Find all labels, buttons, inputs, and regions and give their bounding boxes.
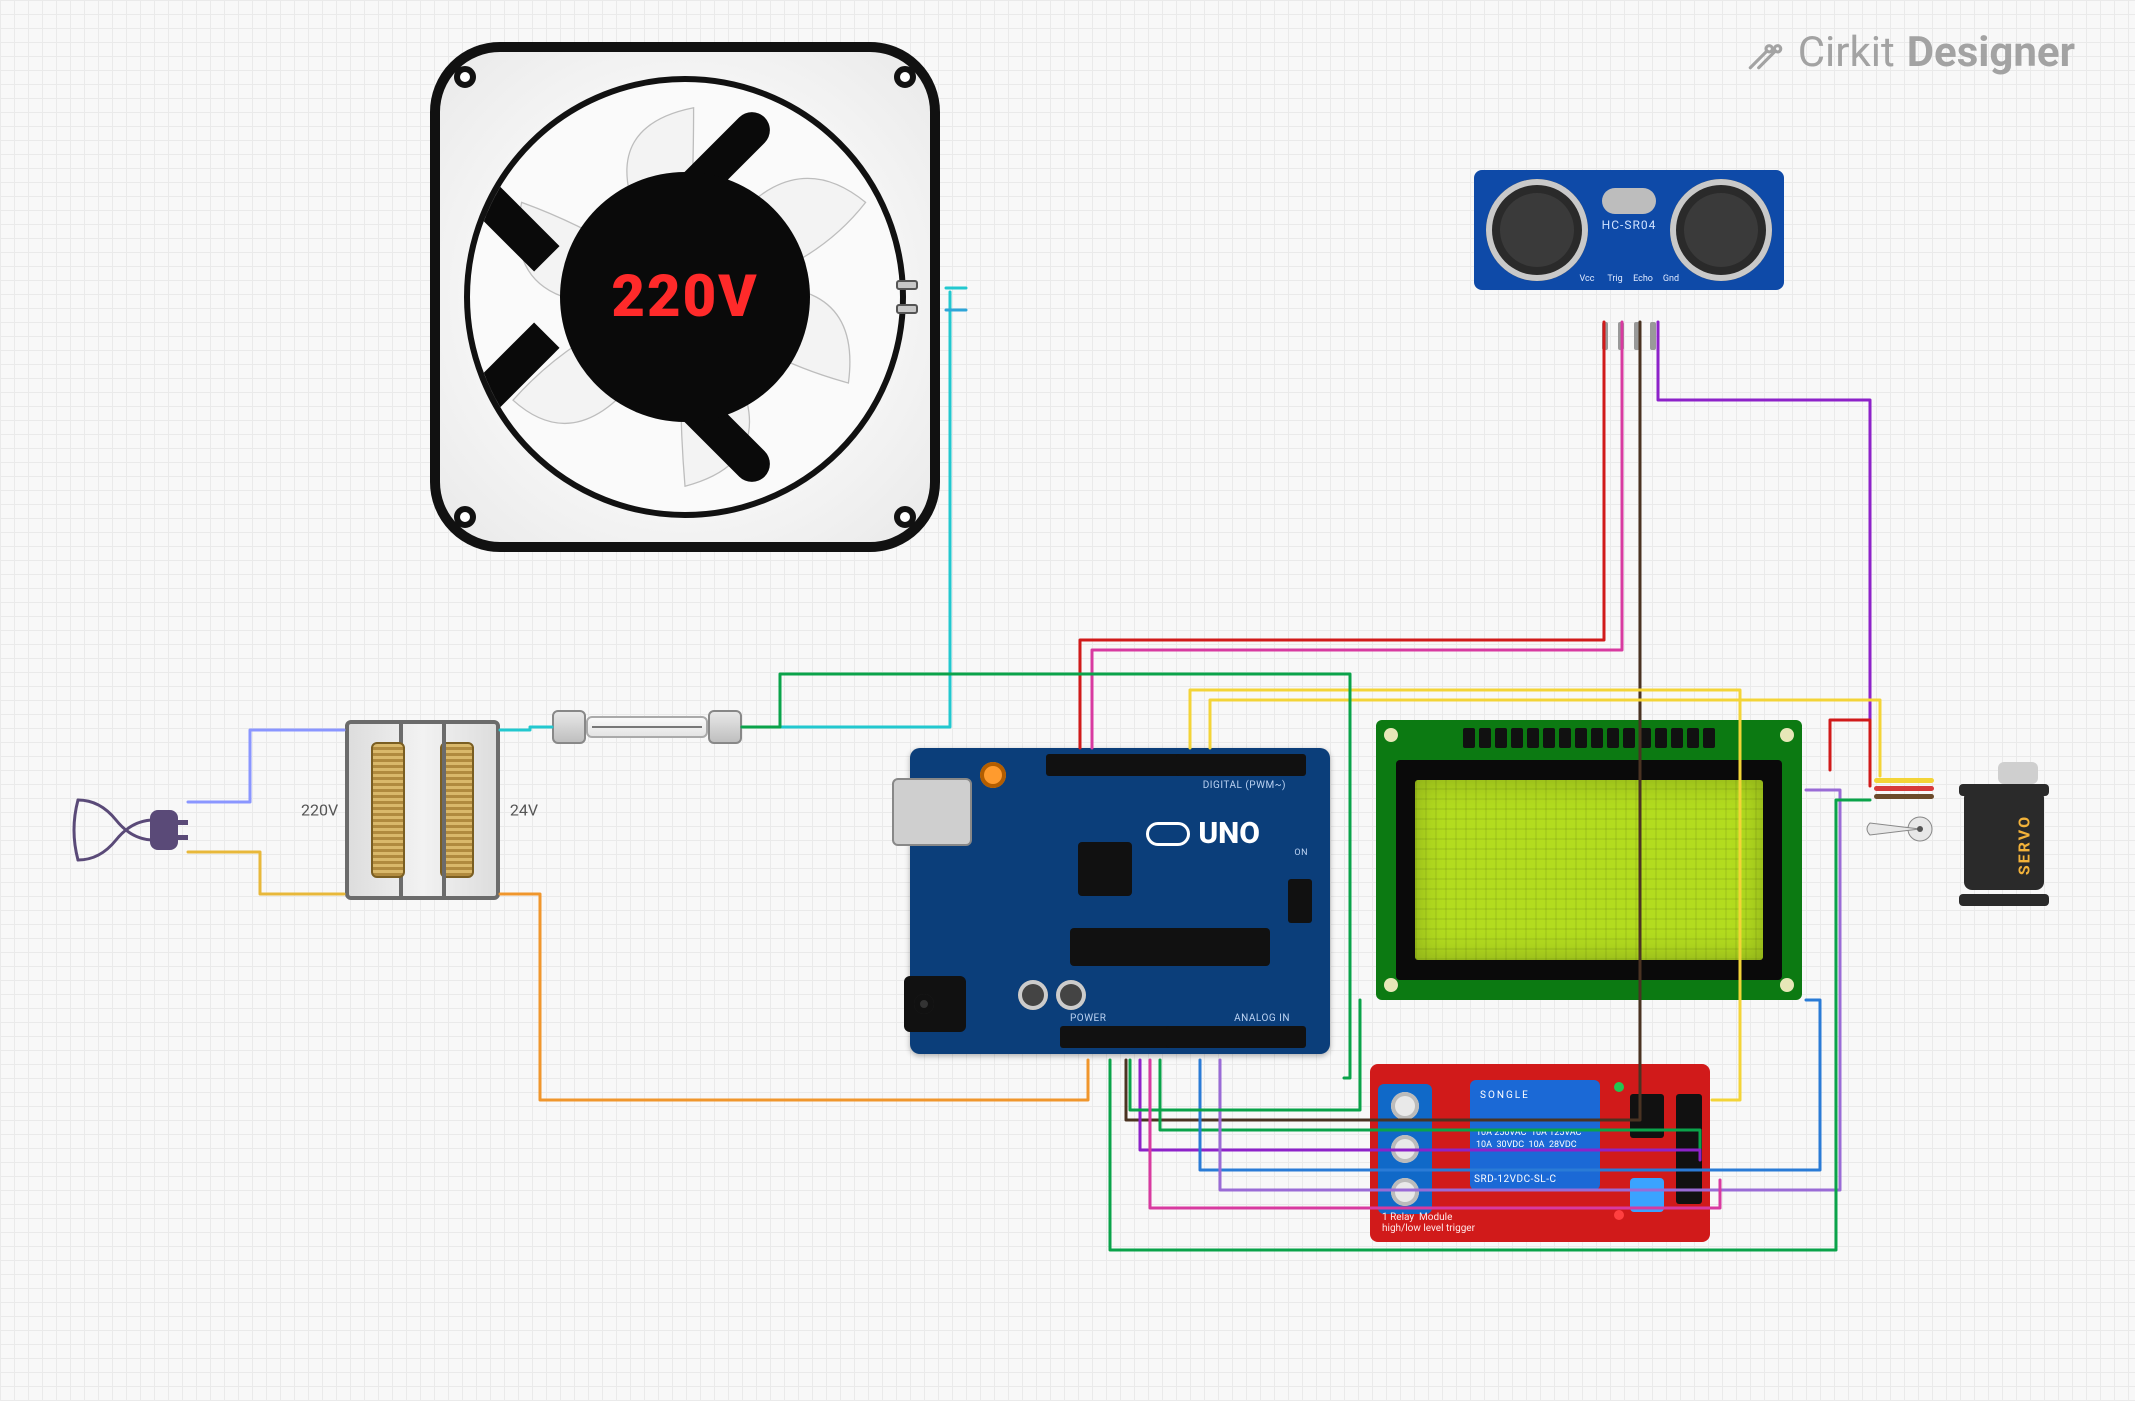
arduino-usb-chip-icon bbox=[1078, 842, 1132, 896]
servo-wires-icon bbox=[1874, 778, 1934, 799]
lcd-bezel bbox=[1396, 760, 1782, 980]
circuit-canvas[interactable]: Cirkit Designer bbox=[0, 0, 2135, 1401]
component-relay-module[interactable]: SONGLE 10A 250VAC 10A 125VAC 10A 30VDC 1… bbox=[1370, 1064, 1710, 1242]
lcd-pin-header bbox=[1396, 728, 1782, 748]
arduino-usb-port-icon bbox=[892, 778, 972, 846]
component-arduino-uno[interactable]: UNO DIGITAL (PWM~) POWER ANALOG IN ON bbox=[910, 748, 1330, 1054]
ultrasonic-transmitter-icon bbox=[1486, 179, 1588, 281]
component-fan-220v[interactable]: 220V bbox=[430, 42, 940, 552]
transformer-secondary-coil-icon bbox=[440, 742, 474, 878]
component-fuse[interactable] bbox=[552, 710, 742, 744]
lcd-display-area bbox=[1415, 780, 1762, 960]
servo-label: SERVO bbox=[2014, 815, 2033, 875]
watermark-product: Designer bbox=[1907, 28, 2075, 77]
arduino-dc-jack-icon bbox=[904, 976, 966, 1032]
watermark-brand: Cirkit bbox=[1798, 28, 1895, 77]
ultrasonic-pin-labels: Vcc Trig Echo Gnd bbox=[1576, 274, 1682, 284]
ultrasonic-receiver-icon bbox=[1670, 179, 1772, 281]
component-ac-plug[interactable] bbox=[70, 780, 180, 870]
arduino-on-label: ON bbox=[1294, 848, 1308, 858]
wires-layer bbox=[0, 0, 2135, 1401]
fan-voltage-label: 220V bbox=[560, 172, 810, 422]
ultrasonic-pins bbox=[1602, 322, 1656, 350]
ultrasonic-model-label: HC-SR04 bbox=[1602, 218, 1657, 232]
transformer-secondary-label: 24V bbox=[510, 801, 538, 820]
relay-brand-label: SONGLE bbox=[1480, 1090, 1530, 1101]
arduino-analog-header bbox=[1166, 1026, 1306, 1048]
component-transformer[interactable]: 220V 24V bbox=[345, 720, 500, 900]
relay-power-led-icon bbox=[1614, 1082, 1624, 1092]
arduino-atmega-chip-icon bbox=[1070, 928, 1270, 966]
component-servo[interactable]: SERVO bbox=[1864, 770, 2044, 920]
arduino-digital-label: DIGITAL (PWM~) bbox=[1203, 780, 1286, 791]
transformer-primary-label: 220V bbox=[301, 801, 338, 820]
brand-icon bbox=[1744, 32, 1786, 74]
arduino-digital-header-right bbox=[1176, 754, 1306, 776]
arduino-power-header bbox=[1060, 1026, 1180, 1048]
relay-screw-terminals bbox=[1378, 1084, 1432, 1214]
watermark: Cirkit Designer bbox=[1744, 28, 2075, 77]
arduino-icsp-header bbox=[1288, 879, 1312, 923]
component-lcd-16x4[interactable] bbox=[1376, 720, 1802, 1000]
arduino-digital-header-left bbox=[1046, 754, 1196, 776]
relay-status-led-icon bbox=[1614, 1210, 1624, 1220]
component-ultrasonic-hcsr04[interactable]: HC-SR04 Vcc Trig Echo Gnd bbox=[1474, 170, 1784, 320]
relay-model-label: SRD-12VDC-SL-C bbox=[1474, 1174, 1556, 1185]
relay-module-label: 1 Relay Module high/low level trigger bbox=[1382, 1212, 1475, 1234]
fan-pins bbox=[896, 280, 918, 314]
plug-icon bbox=[70, 780, 190, 880]
arduino-analog-label: ANALOG IN bbox=[1234, 1013, 1290, 1024]
transformer-primary-coil-icon bbox=[371, 742, 405, 878]
relay-jumper bbox=[1630, 1178, 1664, 1212]
servo-horn-icon bbox=[1864, 814, 1934, 844]
arduino-reset-button[interactable] bbox=[980, 762, 1006, 788]
arduino-power-label: POWER bbox=[1070, 1013, 1106, 1024]
relay-specs-label: 10A 250VAC 10A 125VAC 10A 30VDC 10A 28VD… bbox=[1476, 1128, 1581, 1151]
arduino-logo: UNO bbox=[1146, 816, 1260, 851]
relay-pin-header bbox=[1676, 1094, 1702, 1204]
